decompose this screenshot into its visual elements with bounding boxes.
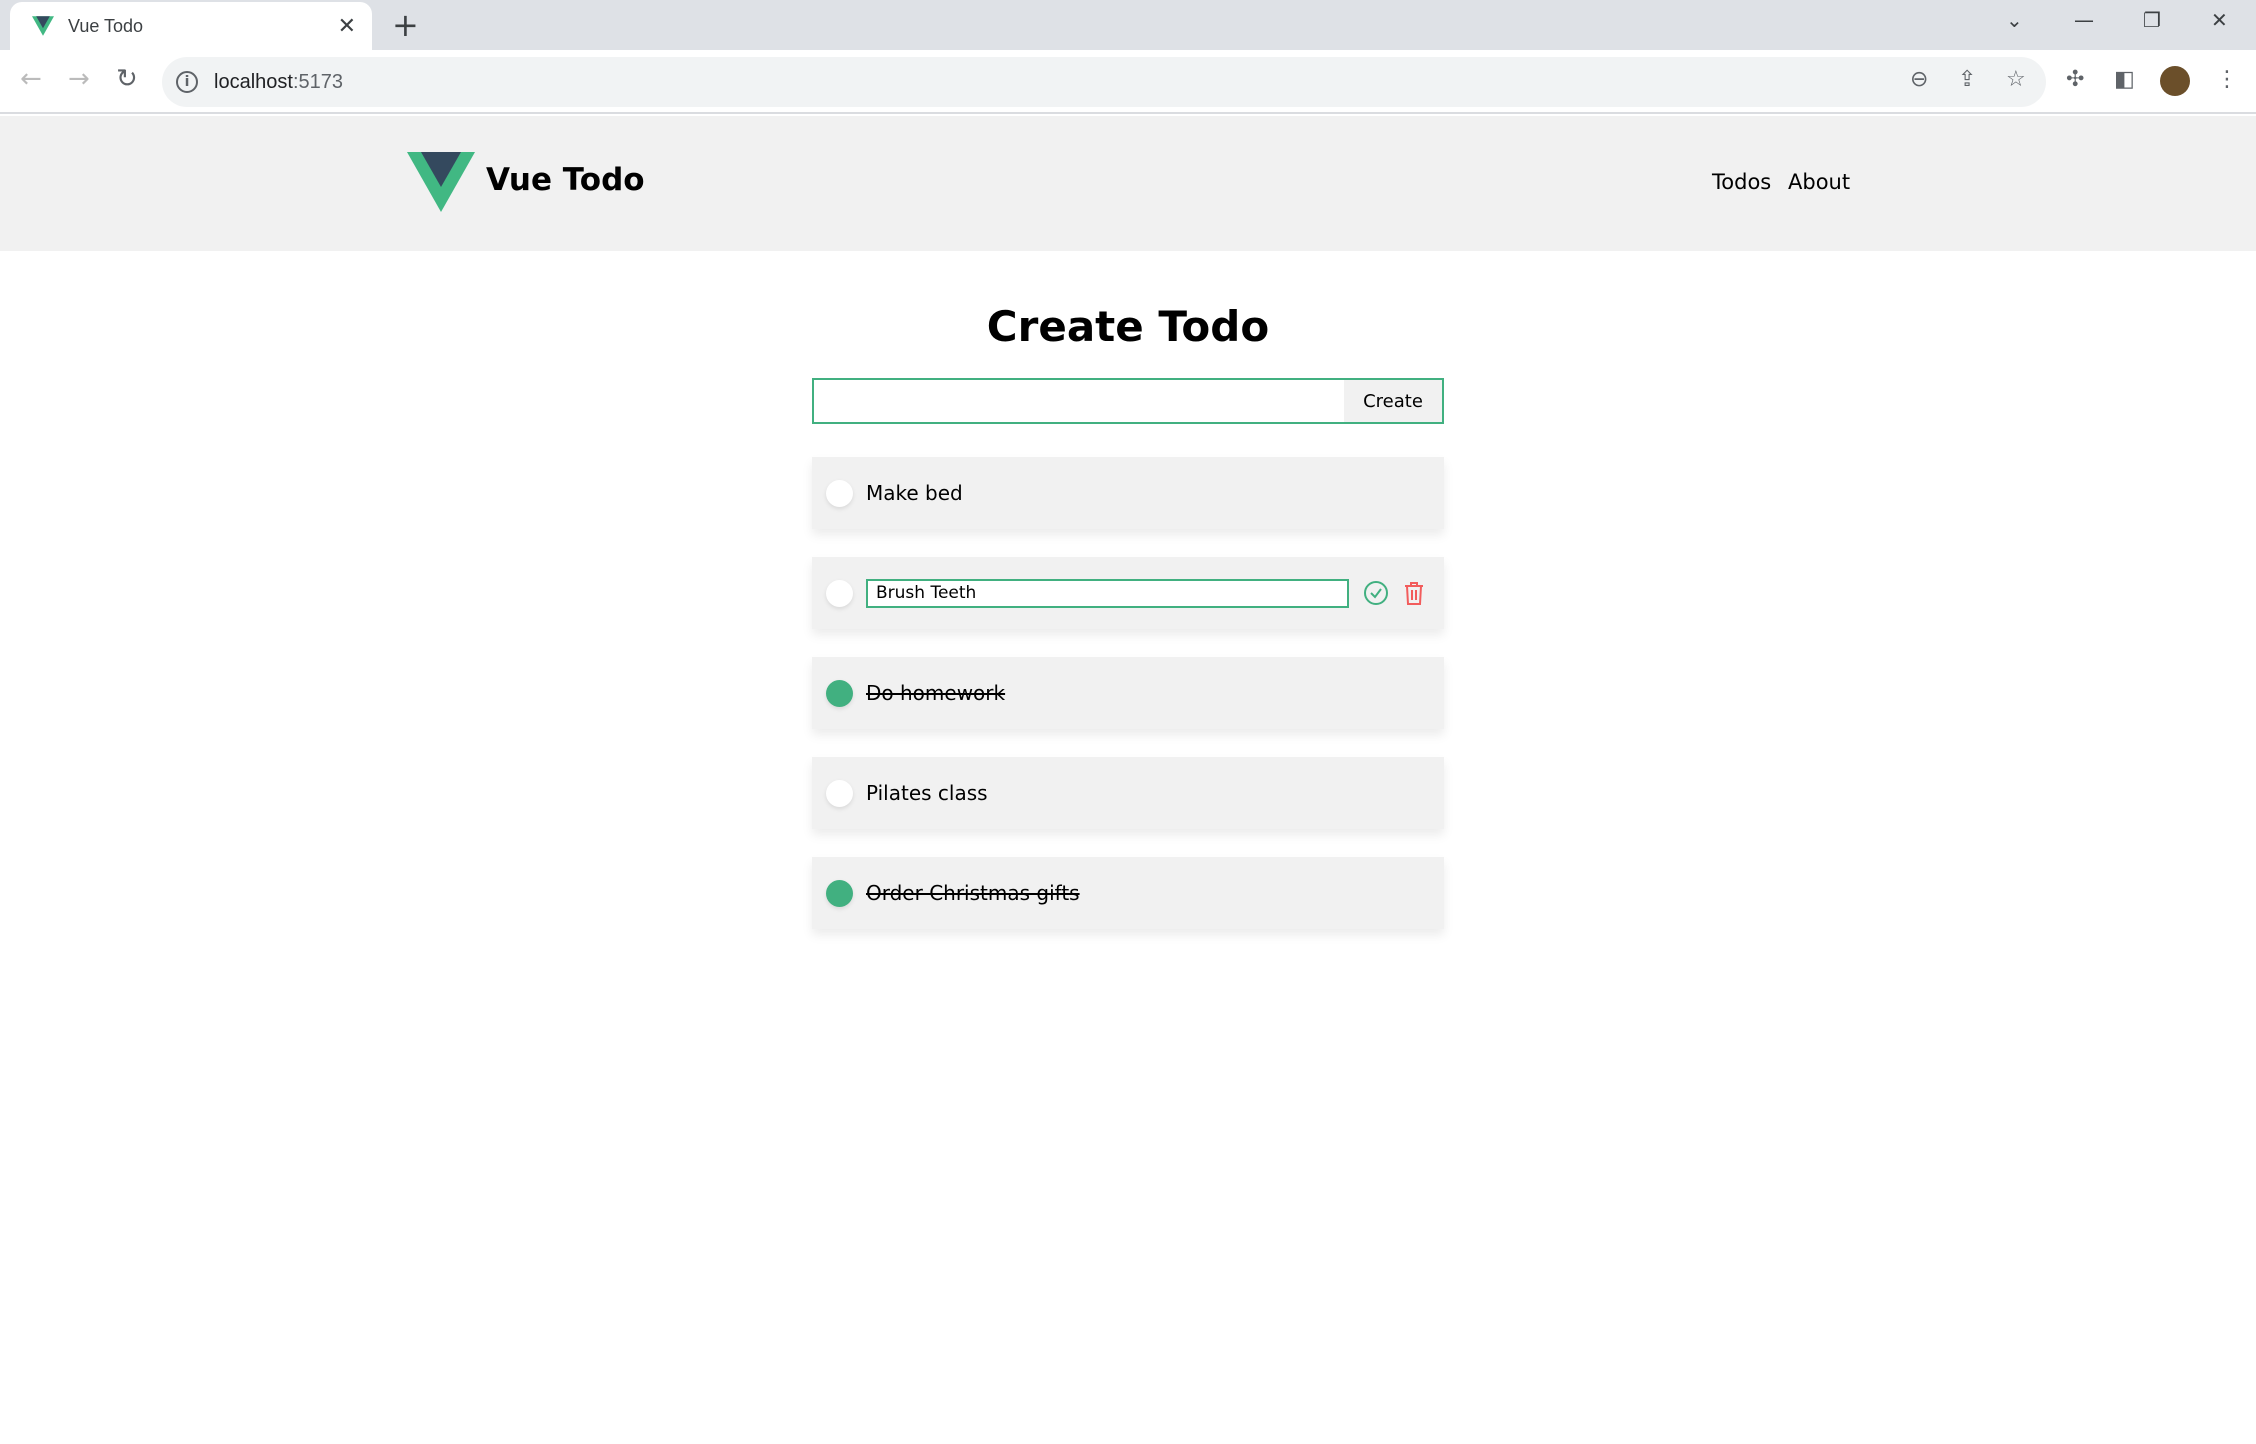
close-tab-icon[interactable]: ✕ — [338, 14, 356, 39]
brand-title: Vue Todo — [486, 162, 645, 198]
create-todo-form: Create — [812, 378, 1444, 424]
extensions-icon[interactable]: ✣ — [2066, 67, 2084, 92]
complete-toggle[interactable] — [826, 479, 853, 507]
address-bar[interactable]: i localhost:5173 — [162, 57, 2046, 107]
share-icon[interactable]: ⇪ — [1958, 67, 1976, 92]
edit-todo-input[interactable]: Brush Teeth — [866, 578, 1349, 608]
complete-toggle[interactable] — [826, 779, 853, 807]
create-todo-input[interactable] — [814, 380, 1344, 422]
forward-icon[interactable]: → — [68, 64, 90, 94]
complete-toggle[interactable] — [826, 679, 853, 707]
delete-trash-icon[interactable] — [1401, 580, 1427, 606]
url-text: localhost:5173 — [214, 70, 343, 93]
todo-item: Order Christmas gifts — [812, 857, 1444, 929]
minimize-icon[interactable]: — — [2074, 8, 2094, 32]
todo-text[interactable]: Make bed — [866, 481, 963, 505]
side-panel-icon[interactable]: ◧ — [2114, 67, 2135, 92]
site-header: Vue Todo Todos About — [0, 116, 2256, 251]
todo-text[interactable]: Do homework — [866, 681, 1005, 705]
nav-about[interactable]: About — [1788, 170, 1850, 194]
complete-toggle[interactable] — [826, 879, 853, 907]
browser-tab[interactable]: Vue Todo ✕ — [10, 2, 372, 50]
todo-item: Pilates class — [812, 757, 1444, 829]
site-info-icon[interactable]: i — [176, 71, 198, 93]
save-check-icon[interactable] — [1363, 580, 1389, 606]
back-icon[interactable]: ← — [20, 64, 42, 94]
todo-item: Make bed — [812, 457, 1444, 529]
profile-avatar[interactable] — [2160, 66, 2190, 96]
nav-todos[interactable]: Todos — [1712, 170, 1771, 194]
todo-text[interactable]: Order Christmas gifts — [866, 881, 1080, 905]
tab-search-icon[interactable]: ⌄ — [2006, 8, 2023, 32]
new-tab-icon[interactable]: + — [392, 6, 419, 44]
create-button[interactable]: Create — [1344, 380, 1442, 422]
todo-item: Do homework — [812, 657, 1444, 729]
todo-text[interactable]: Pilates class — [866, 781, 988, 805]
close-window-icon[interactable]: ✕ — [2211, 8, 2228, 32]
complete-toggle[interactable] — [826, 579, 853, 607]
bookmark-star-icon[interactable]: ☆ — [2006, 67, 2026, 92]
vue-logo-icon — [32, 16, 54, 36]
menu-icon[interactable]: ⋮ — [2216, 67, 2238, 92]
todo-item: Brush Teeth — [812, 557, 1444, 629]
vue-logo-icon — [407, 152, 475, 212]
page-title: Create Todo — [986, 302, 1270, 351]
tab-strip: Vue Todo ✕ + ⌄ — ❐ ✕ — [0, 0, 2256, 50]
restore-icon[interactable]: ❐ — [2143, 8, 2161, 32]
reload-icon[interactable]: ↻ — [116, 64, 138, 94]
zoom-icon[interactable]: ⊖ — [1910, 67, 1928, 92]
address-bar-row: ← → ↻ i localhost:5173 ⊖ ⇪ ☆ ✣ ◧ ⋮ — [0, 50, 2256, 114]
tab-title: Vue Todo — [68, 15, 144, 36]
